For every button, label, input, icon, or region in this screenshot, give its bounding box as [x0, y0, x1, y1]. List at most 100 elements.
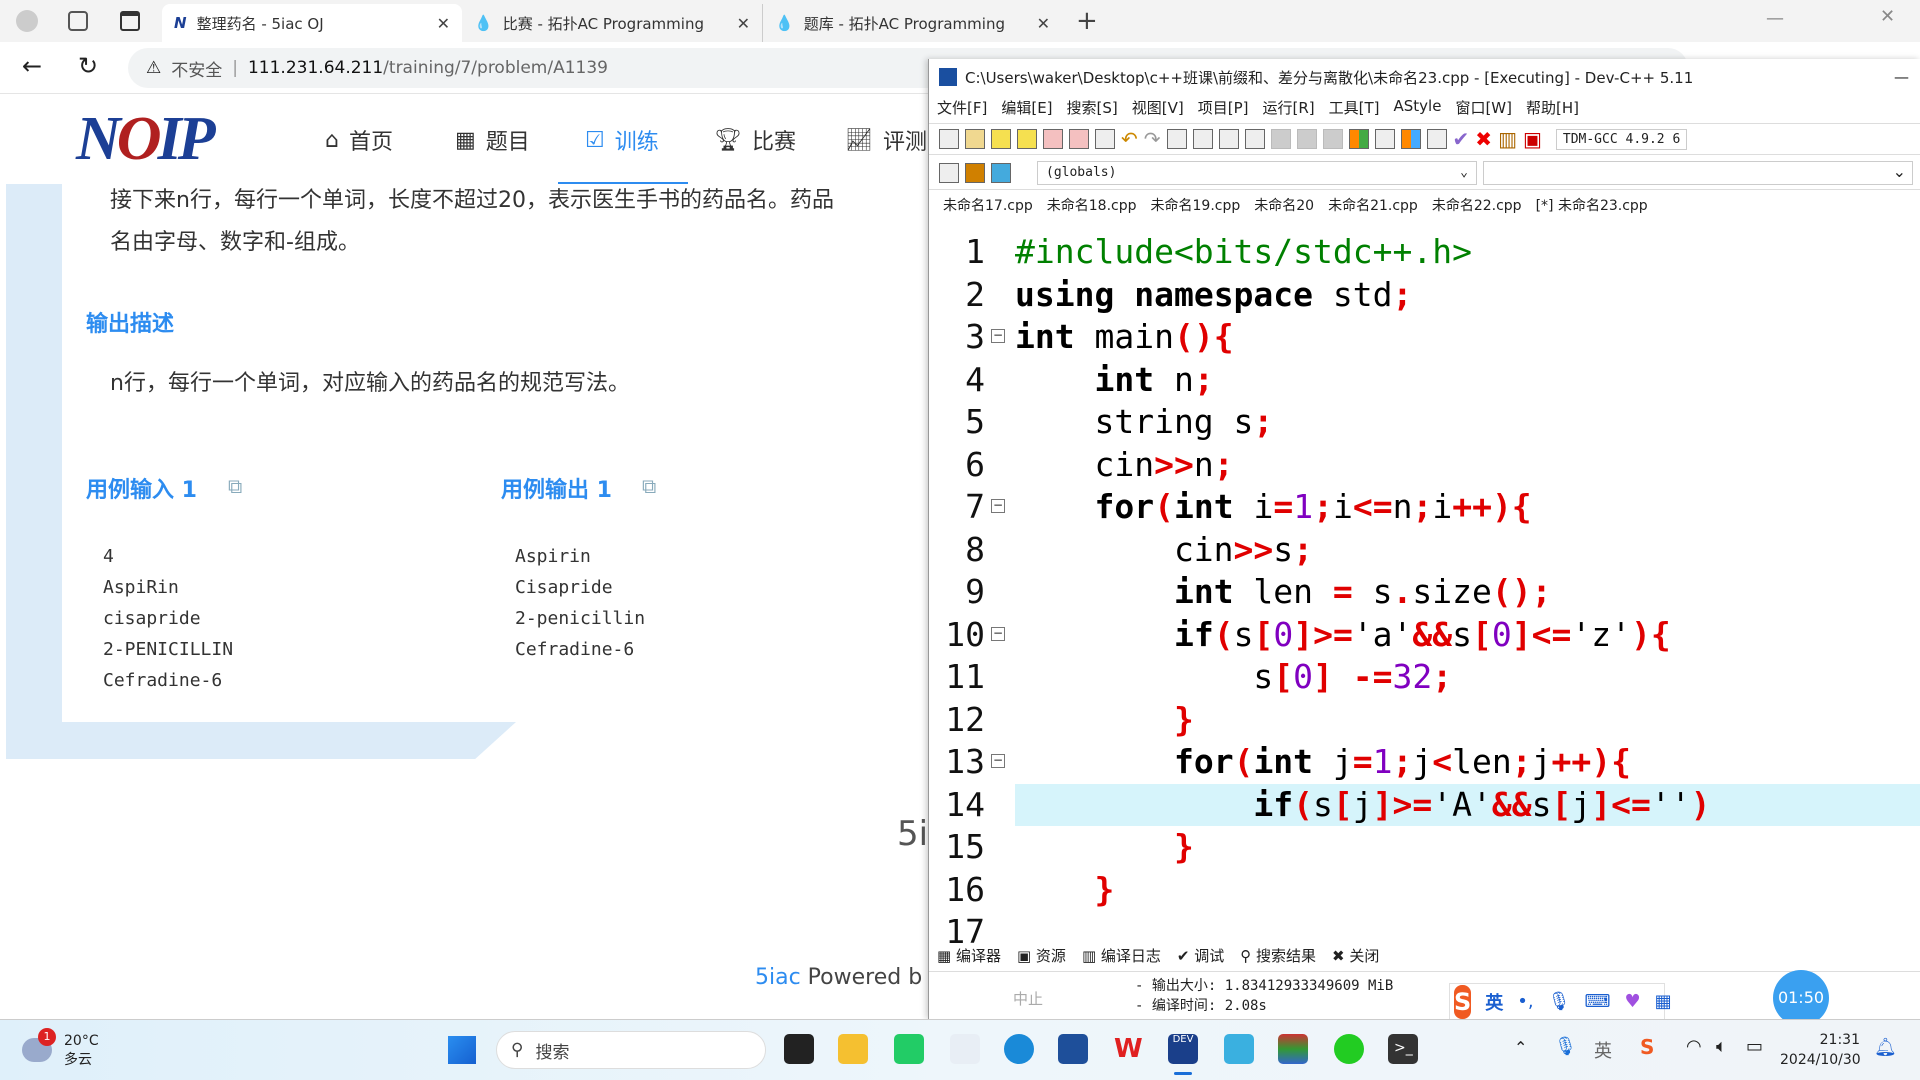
copy-icon[interactable]: ⧉ — [642, 474, 656, 498]
abort-button[interactable]: 中止 — [1013, 988, 1043, 1009]
wechat-icon[interactable] — [1334, 1034, 1364, 1064]
fold-toggle-icon[interactable]: − — [991, 499, 1005, 513]
tab-contest[interactable]: 💧 比赛 - 拓扑AC Programming ✕ — [462, 4, 762, 42]
file-tab[interactable]: 未命名19.cpp — [1151, 195, 1241, 219]
file-tab[interactable]: 未命名17.cpp — [943, 195, 1033, 219]
minimize-button[interactable]: — — [1894, 68, 1909, 86]
goto-icon[interactable] — [1322, 129, 1343, 149]
fold-toggle-icon[interactable]: − — [991, 754, 1005, 768]
bottom-tab[interactable]: ✖ 关闭 — [1332, 945, 1379, 966]
notification-bell-icon[interactable]: 🔔︎ — [1874, 1037, 1897, 1058]
code-line[interactable]: 15 } — [929, 826, 1920, 869]
app-green-icon[interactable] — [894, 1034, 924, 1064]
nav-contest[interactable]: 🏆︎ 比赛 — [714, 124, 796, 156]
close-tab-icon[interactable]: ✕ — [737, 14, 750, 33]
copy-icon[interactable]: ⧉ — [228, 474, 242, 498]
print-icon[interactable] — [1095, 129, 1115, 149]
code-line[interactable]: 13− for(int j=1;j<len;j++){ — [929, 741, 1920, 784]
terminal-icon[interactable]: >_ — [1388, 1034, 1418, 1064]
file-tab[interactable]: 未命名22.cpp — [1432, 195, 1522, 219]
menu-item[interactable]: 帮助[H] — [1526, 97, 1579, 121]
mic-tray-icon[interactable]: 🎙︎ — [1554, 1036, 1577, 1057]
bookmark-next-icon[interactable] — [1296, 129, 1317, 149]
ime-lang-toggle[interactable]: 英 — [1485, 989, 1503, 1015]
menu-item[interactable]: 窗口[W] — [1455, 97, 1512, 121]
compiler-select[interactable]: TDM-GCC 4.9.2 6 — [1555, 128, 1688, 150]
file-tab[interactable]: 未命名20 — [1254, 195, 1314, 219]
keyboard-icon[interactable]: ⌨ — [1585, 991, 1611, 1012]
profile-icon[interactable] — [16, 10, 38, 32]
close-tab-icon[interactable]: ✕ — [437, 14, 450, 33]
compile-icon[interactable] — [1348, 129, 1369, 149]
notepad-icon[interactable] — [1224, 1034, 1254, 1064]
nav-problems[interactable]: ▦ 题目 — [455, 124, 530, 156]
file-tab[interactable]: 未命名21.cpp — [1328, 195, 1418, 219]
menu-item[interactable]: AStyle — [1394, 97, 1442, 121]
code-line[interactable]: 14 if(s[j]>='A'&&s[j]<='') — [929, 783, 1920, 826]
code-line[interactable]: 16 } — [929, 869, 1920, 912]
close-window-button[interactable]: ✕ — [1880, 6, 1895, 27]
file-tab[interactable]: 未命名18.cpp — [1047, 195, 1137, 219]
compile-run-icon[interactable] — [1400, 129, 1421, 149]
code-line[interactable]: 10− if(s[0]>='a'&&s[0]<='z'){ — [929, 614, 1920, 657]
menu-item[interactable]: 工具[T] — [1329, 97, 1380, 121]
sogou-logo-icon[interactable]: S — [1454, 984, 1472, 1019]
wifi-icon[interactable]: ◠ — [1686, 1036, 1702, 1057]
run-icon[interactable] — [1374, 129, 1395, 149]
start-button[interactable] — [448, 1036, 476, 1064]
tab-actions-icon[interactable] — [120, 11, 140, 31]
menu-item[interactable]: 视图[V] — [1132, 97, 1184, 121]
fold-toggle-icon[interactable]: − — [991, 626, 1005, 641]
fold-toggle-icon[interactable]: − — [991, 329, 1005, 343]
nav-judge[interactable]: 📈︎ 评测 — [845, 124, 927, 156]
indent-icon[interactable] — [1218, 129, 1239, 149]
timer-bubble[interactable]: 01:50 — [1773, 970, 1829, 1026]
code-line[interactable]: 3− int main(){ — [929, 316, 1920, 359]
bottom-tab[interactable]: ▦ 编译器 — [937, 945, 1001, 966]
edge-icon[interactable] — [1004, 1034, 1034, 1064]
weather-widget[interactable]: 20°C 多云 — [64, 1032, 99, 1070]
delete-profile-icon[interactable]: ▣ — [1523, 127, 1542, 151]
function-select[interactable]: ⌄ — [1483, 160, 1913, 185]
code-line[interactable]: 6 cin>>n; — [929, 444, 1920, 487]
task-view-icon[interactable] — [784, 1034, 814, 1064]
bookmark-prev-icon[interactable] — [1270, 129, 1291, 149]
code-line[interactable]: 5 string s; — [929, 401, 1920, 444]
minimize-button[interactable]: — — [1766, 8, 1784, 29]
tray-ime-lang[interactable]: 英 — [1594, 1037, 1612, 1063]
noip-logo[interactable]: NOIP — [76, 104, 228, 176]
menu-item[interactable]: 文件[F] — [937, 97, 987, 121]
code-line[interactable]: 11 s[0] -=32; — [929, 656, 1920, 699]
file-explorer-icon[interactable] — [838, 1034, 868, 1064]
insert-icon[interactable] — [939, 162, 959, 183]
file-tab[interactable]: [*] 未命名23.cpp — [1536, 195, 1648, 219]
wps-icon[interactable]: W — [1114, 1034, 1144, 1064]
bottom-tab[interactable]: ▥ 编译日志 — [1082, 945, 1161, 966]
tab-problemset[interactable]: 💧 题库 - 拓扑AC Programming ✕ — [762, 4, 1062, 42]
sogou-tray-icon[interactable]: S — [1640, 1035, 1654, 1059]
bottom-tab[interactable]: ✔ 调试 — [1177, 945, 1224, 966]
close-all-icon[interactable] — [1069, 129, 1089, 149]
bottom-tab[interactable]: ⚲ 搜索结果 — [1240, 945, 1316, 966]
rebuild-icon[interactable] — [1426, 129, 1447, 149]
goto-bookmark-icon[interactable] — [991, 162, 1011, 183]
toggle-bookmark-icon[interactable] — [965, 162, 985, 183]
code-line[interactable]: 2 using namespace std; — [929, 274, 1920, 317]
python-icon[interactable] — [950, 1034, 980, 1064]
bottom-tab[interactable]: ▣ 资源 — [1017, 945, 1066, 966]
mic-icon[interactable]: 🎙︎ — [1548, 991, 1571, 1012]
replace-icon[interactable] — [1192, 129, 1213, 149]
profile-chart-icon[interactable]: ▥ — [1498, 127, 1517, 151]
menu-item[interactable]: 项目[P] — [1198, 97, 1249, 121]
volume-icon[interactable]: 🔈︎ — [1716, 1036, 1727, 1057]
class-select[interactable]: (globals) ⌄ — [1037, 160, 1477, 185]
tray-overflow-icon[interactable]: ⌃ — [1514, 1038, 1527, 1057]
code-line[interactable]: 9 int len = s.size(); — [929, 571, 1920, 614]
close-file-icon[interactable] — [1043, 129, 1063, 149]
taskbar-search[interactable]: ⚲ 搜索 — [496, 1031, 766, 1069]
devcpp-taskbar-icon[interactable]: DEV — [1168, 1034, 1198, 1064]
new-tab-button[interactable]: + — [1076, 6, 1098, 36]
punctuation-icon[interactable]: •, — [1517, 991, 1533, 1012]
battery-icon[interactable]: ▭ — [1746, 1036, 1763, 1057]
open-icon[interactable] — [965, 129, 985, 149]
